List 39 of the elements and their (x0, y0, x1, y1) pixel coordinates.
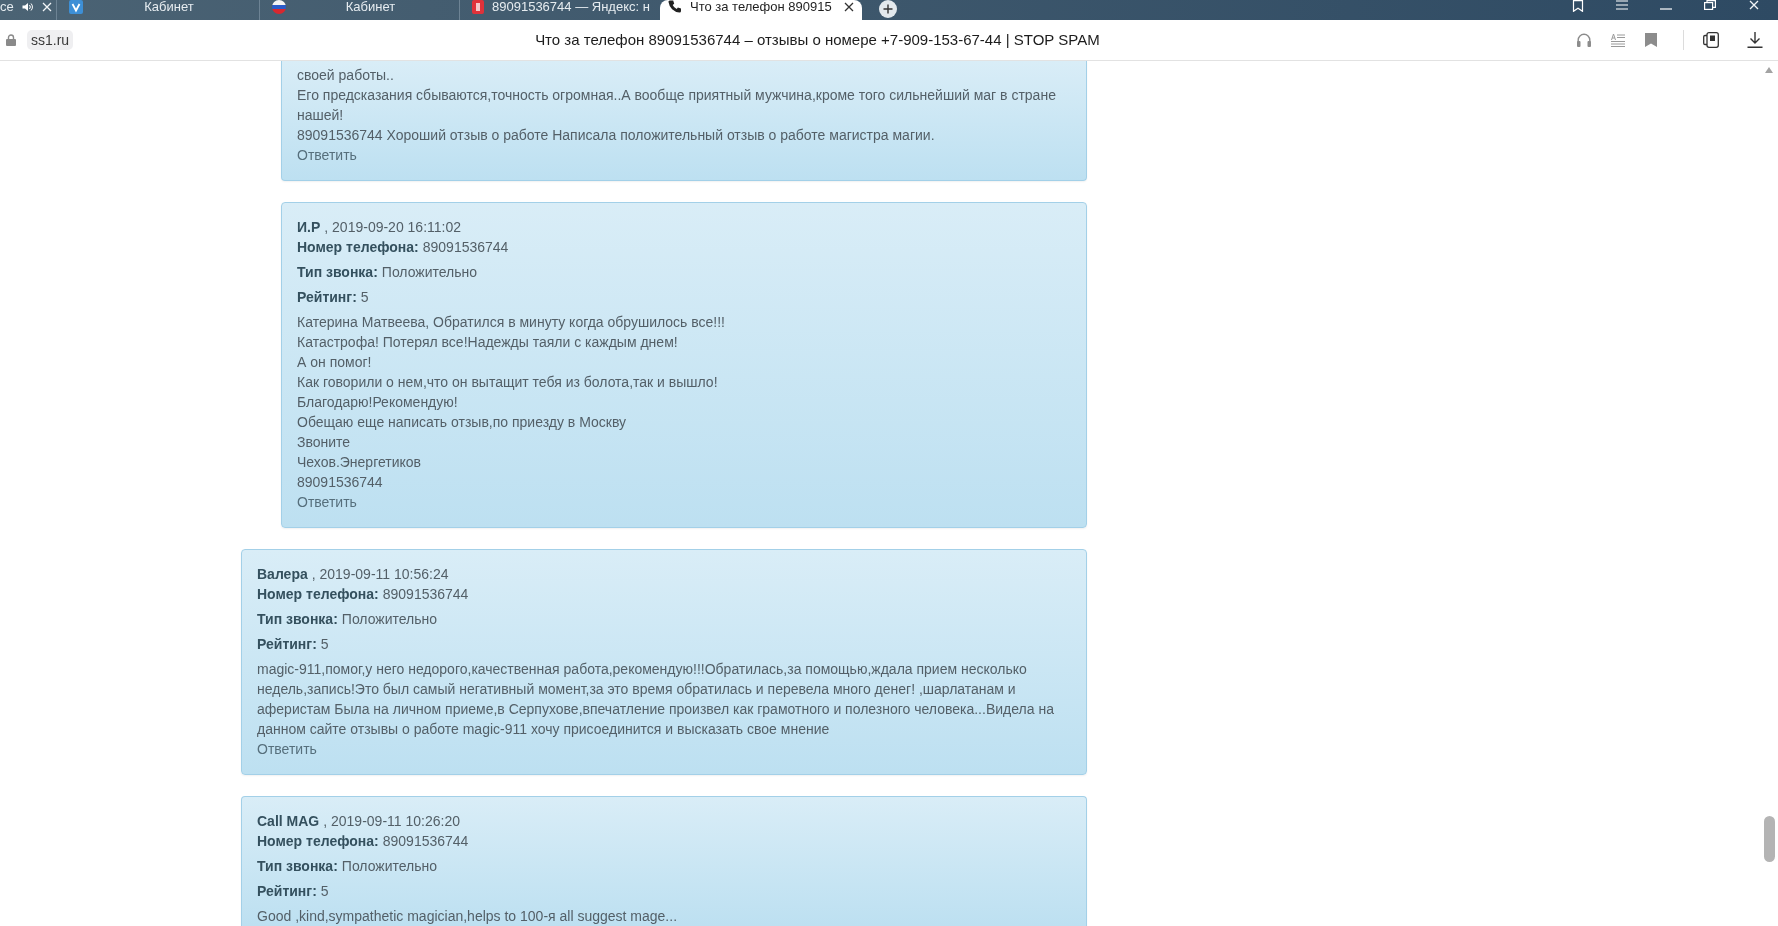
comment-detail: Рейтинг: 5 (257, 635, 330, 654)
comment-text: magic-911,помог,у него недорого,качественная работа,рекомендую!!!Обратилась,за помощью,ждала прием несколько недель,запись!Это был самый негативный момент,за это время обратилась и перевела много денег! ,шарлатанам и аферистам Была на личном приеме,в Серпухове,впечатление произвел как грамотного и полезного человека...Видела на данном сайте отзывы о работе magic-911 хочу присоединится и высказать свое мнение (257, 660, 1055, 739)
browser-tab[interactable]: 89091536744 — Яндекс: н (460, 0, 660, 20)
comment-detail: Номер телефона: 89091536744 (257, 585, 470, 604)
comment-detail: Тип звонка: Положительно (297, 263, 479, 282)
tile-icon (472, 0, 484, 14)
bookmark-icon[interactable] (1572, 0, 1584, 12)
chevron-tile-icon (69, 0, 83, 14)
reply-link[interactable]: Ответить (297, 492, 357, 512)
comment-text: своей работы.. Его предсказания сбываются,точность огромная..А вообще приятный мужчина,кроме того сильнейший маг в стране нашей! 89091536744 Хороший отзыв о работе Написала положительный отзыв о работе магистра магии. (297, 66, 1057, 145)
close-icon[interactable] (844, 2, 854, 12)
phone-icon (668, 0, 682, 14)
restore-icon[interactable] (1704, 0, 1716, 10)
cards-icon[interactable] (1703, 32, 1719, 48)
comment-detail: Номер телефона: 89091536744 (297, 238, 510, 257)
browser-tab[interactable]: Что за телефон 890915 (660, 0, 862, 20)
comment-detail: Тип звонка: Положительно (257, 857, 439, 876)
domain-chip[interactable]: ss1.ru (27, 30, 74, 50)
comment-text: Катерина Матвеева, Обратился в минуту когда обрушилось все!!! Катастрофа! Потерял все!Надежды таяли с каждым днем! А он помог! Как говорили о нем,что он вытащит тебя из болота,так и вышло! Благодарю!Рекомендую! Обещаю еще написать отзыв,по приезду в Москву Звоните Чехов.Энергетиков 89091536744 (297, 313, 726, 492)
comment-detail: Тип звонка: Положительно (257, 610, 439, 629)
speaker-icon[interactable] (21, 2, 34, 12)
comment-header: Call MAG , 2019-09-11 10:26:20 (257, 812, 461, 831)
comment-header: Валера , 2019-09-11 10:56:24 (257, 565, 450, 584)
reply-link[interactable]: Ответить (257, 739, 317, 759)
comment-text: Good ,kind,sympathetic magician,helps to 100-я all suggest mage... (257, 907, 679, 926)
comment-detail: Номер телефона: 89091536744 (257, 832, 470, 851)
reader-icon[interactable] (1611, 33, 1625, 47)
comment-header: И.Р , 2019-09-20 16:11:02 (297, 218, 463, 237)
menu-icon[interactable] (1616, 0, 1628, 10)
download-icon[interactable] (1747, 32, 1763, 48)
headphones-icon[interactable] (1577, 33, 1591, 47)
comment-detail: Рейтинг: 5 (297, 288, 370, 307)
lock-icon[interactable] (6, 34, 16, 46)
page-title: Что за телефон 89091536744 – отзывы о номере +7-909-153-67-44 | STOP SPAM (535, 29, 1100, 50)
striped-circle-icon (272, 0, 286, 14)
new-tab-plus-icon[interactable] (879, 0, 897, 18)
reply-link[interactable]: Ответить (297, 145, 357, 165)
scrollbar-thumb[interactable] (1763, 816, 1775, 862)
comment-detail: Рейтинг: 5 (257, 882, 330, 901)
